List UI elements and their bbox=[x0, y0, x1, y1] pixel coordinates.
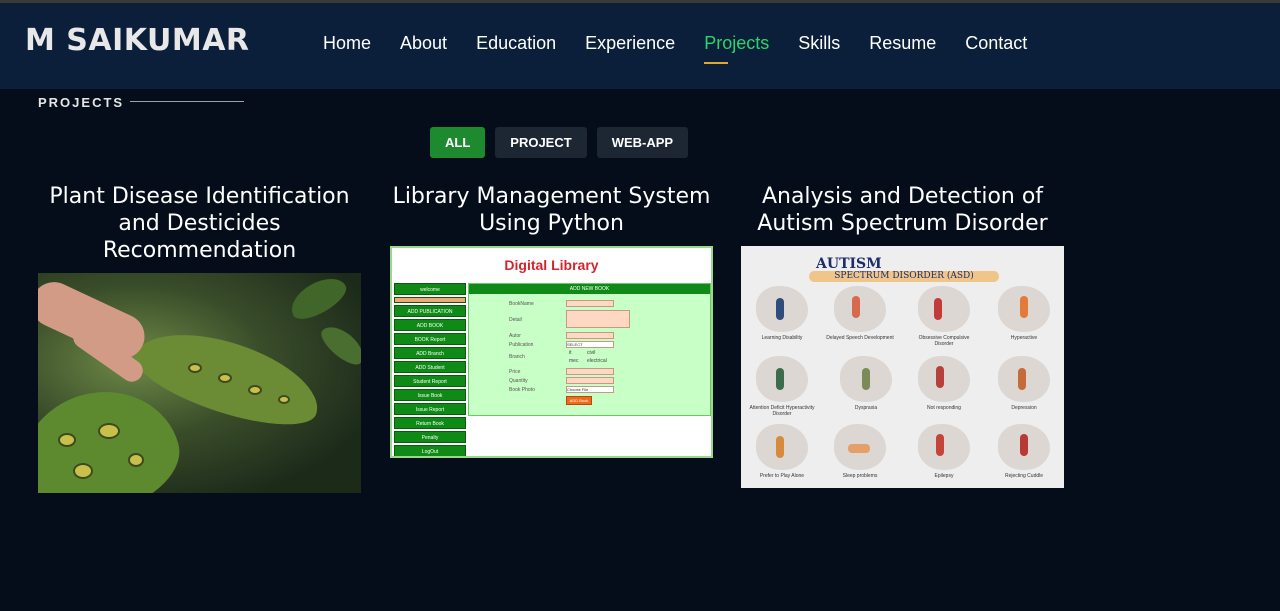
nav-resume[interactable]: Resume bbox=[869, 33, 936, 54]
infographic-subtitle: SPECTRUM DISORDER (ASD) bbox=[809, 271, 999, 282]
project-title: Analysis and Detection of Autism Spectru… bbox=[741, 183, 1064, 237]
infographic-item: Not responding bbox=[909, 356, 979, 411]
infographic-item: Depression bbox=[989, 356, 1059, 411]
infographic-title: AUTISM bbox=[816, 256, 882, 272]
project-title-line: Recommendation bbox=[102, 238, 297, 263]
infographic-caption: Delayed Speech Development bbox=[826, 335, 894, 341]
nav-experience[interactable]: Experience bbox=[585, 33, 675, 54]
form-field bbox=[566, 368, 614, 375]
library-menu-item: LogOut bbox=[394, 445, 466, 456]
library-form: ADD NEW BOOK BookName Detail Autor Publi… bbox=[468, 283, 711, 416]
infographic-item: Sleep problems bbox=[825, 424, 895, 479]
nav-education[interactable]: Education bbox=[476, 33, 556, 54]
infographic-caption: Depression bbox=[1011, 405, 1037, 411]
form-file-button: Choose File bbox=[566, 386, 614, 393]
project-title: Plant Disease Identification and Destici… bbox=[38, 183, 361, 264]
infographic-item: Hyperactive bbox=[989, 286, 1059, 341]
filter-project[interactable]: PROJECT bbox=[495, 127, 587, 158]
project-image-autism[interactable]: AUTISM SPECTRUM DISORDER (ASD) Learning … bbox=[741, 246, 1064, 488]
nav-skills[interactable]: Skills bbox=[798, 33, 840, 54]
library-menu-item: Student Report bbox=[394, 375, 466, 387]
library-menu-item: Issue Report bbox=[394, 403, 466, 415]
project-filters: ALL PROJECT WEB-APP bbox=[430, 127, 698, 158]
project-title: Library Management System Using Python bbox=[390, 183, 713, 237]
infographic-caption: Dyspraxia bbox=[854, 405, 878, 411]
project-card-library[interactable]: Library Management System Using Python bbox=[390, 183, 713, 237]
nav-projects[interactable]: Projects bbox=[704, 33, 769, 64]
form-label: Book Photo bbox=[509, 387, 535, 393]
nav-home[interactable]: Home bbox=[323, 33, 371, 54]
section-title-line bbox=[130, 101, 244, 102]
form-option: electrical bbox=[587, 358, 607, 364]
library-form-title: ADD NEW BOOK bbox=[469, 284, 710, 294]
infographic-caption: Hyperactive bbox=[1010, 335, 1038, 341]
project-card-plant-disease[interactable]: Plant Disease Identification and Destici… bbox=[38, 183, 361, 264]
project-title-line: Plant Disease Identification bbox=[49, 184, 350, 209]
infographic-caption: Sleep problems bbox=[842, 473, 878, 479]
library-menu-item: BOOK Report bbox=[394, 333, 466, 345]
library-logo: Digital Library bbox=[504, 257, 599, 273]
infographic-item: Dyspraxia bbox=[831, 356, 901, 411]
site-header: M SAIKUMAR Home About Education Experien… bbox=[0, 3, 1280, 89]
filter-all[interactable]: ALL bbox=[430, 127, 486, 158]
form-select: SELECT bbox=[566, 341, 614, 348]
form-label: Publication bbox=[509, 342, 534, 348]
filter-web-app[interactable]: WEB-APP bbox=[596, 127, 689, 158]
library-menu-item: ADD BOOK bbox=[394, 319, 466, 331]
nav-about[interactable]: About bbox=[400, 33, 447, 54]
project-image-library[interactable]: Digital Library welcome ADD PUBLICATION … bbox=[390, 246, 713, 458]
infographic-item: Obsessive Compulsive Disorder bbox=[909, 286, 979, 347]
infographic-item: Learning Disability bbox=[747, 286, 817, 341]
infographic-caption: Learning Disability bbox=[761, 335, 803, 341]
project-title-line: Autism Spectrum Disorder bbox=[757, 211, 1048, 236]
nav-contact[interactable]: Contact bbox=[965, 33, 1027, 54]
infographic-item: Prefer to Play Alone bbox=[747, 424, 817, 479]
infographic-item: Rejecting Cuddle bbox=[989, 424, 1059, 479]
infographic-caption: Prefer to Play Alone bbox=[759, 473, 805, 479]
infographic-caption: Rejecting Cuddle bbox=[1004, 473, 1044, 479]
infographic-caption: Obsessive Compulsive Disorder bbox=[918, 335, 970, 347]
library-menu-item: Penalty bbox=[394, 431, 466, 443]
form-label: Price bbox=[509, 369, 521, 375]
brand-logo[interactable]: M SAIKUMAR bbox=[25, 23, 250, 58]
project-card-autism[interactable]: Analysis and Detection of Autism Spectru… bbox=[741, 183, 1064, 237]
library-menu: welcome ADD PUBLICATION ADD BOOK BOOK Re… bbox=[394, 283, 466, 456]
project-image-plant-disease[interactable] bbox=[38, 273, 361, 493]
infographic-caption: Not responding bbox=[927, 405, 961, 411]
form-field bbox=[566, 310, 630, 328]
project-title-line: and Desticides bbox=[118, 211, 281, 236]
infographic-caption: Epilepsy bbox=[934, 473, 954, 479]
infographic-item: Delayed Speech Development bbox=[825, 286, 895, 341]
form-field bbox=[566, 377, 614, 384]
infographic-item: Attention Deficit Hyperactivity Disorder bbox=[747, 356, 817, 417]
form-label: Detail bbox=[509, 317, 522, 323]
form-submit-button: ADD Book bbox=[566, 396, 592, 405]
project-title-line: Using Python bbox=[479, 211, 624, 236]
form-option: mec bbox=[569, 358, 579, 364]
infographic-caption: Attention Deficit Hyperactivity Disorder bbox=[749, 405, 815, 417]
section-title: PROJECTS bbox=[38, 95, 125, 110]
form-option: it bbox=[569, 350, 572, 356]
library-menu-item: Issue Book bbox=[394, 389, 466, 401]
form-field bbox=[566, 332, 614, 339]
library-menu-item: ADD Branch bbox=[394, 347, 466, 359]
library-menu-item: welcome bbox=[394, 283, 466, 295]
library-menu-item: Return Book bbox=[394, 417, 466, 429]
main-nav: Home About Education Experience Projects… bbox=[323, 33, 1056, 64]
form-label: Branch bbox=[509, 354, 525, 360]
library-menu-item: ADD Student bbox=[394, 361, 466, 373]
form-label: Quantity bbox=[509, 378, 528, 384]
form-label: Autor bbox=[509, 333, 521, 339]
form-label: BookName bbox=[509, 301, 534, 307]
project-title-line: Library Management System bbox=[392, 184, 711, 209]
infographic-item: Epilepsy bbox=[909, 424, 979, 479]
library-menu-item: ADD PUBLICATION bbox=[394, 305, 466, 317]
form-field bbox=[566, 300, 614, 307]
form-option: civil bbox=[587, 350, 596, 356]
library-menu-item bbox=[394, 297, 466, 303]
project-title-line: Analysis and Detection of bbox=[761, 184, 1044, 209]
